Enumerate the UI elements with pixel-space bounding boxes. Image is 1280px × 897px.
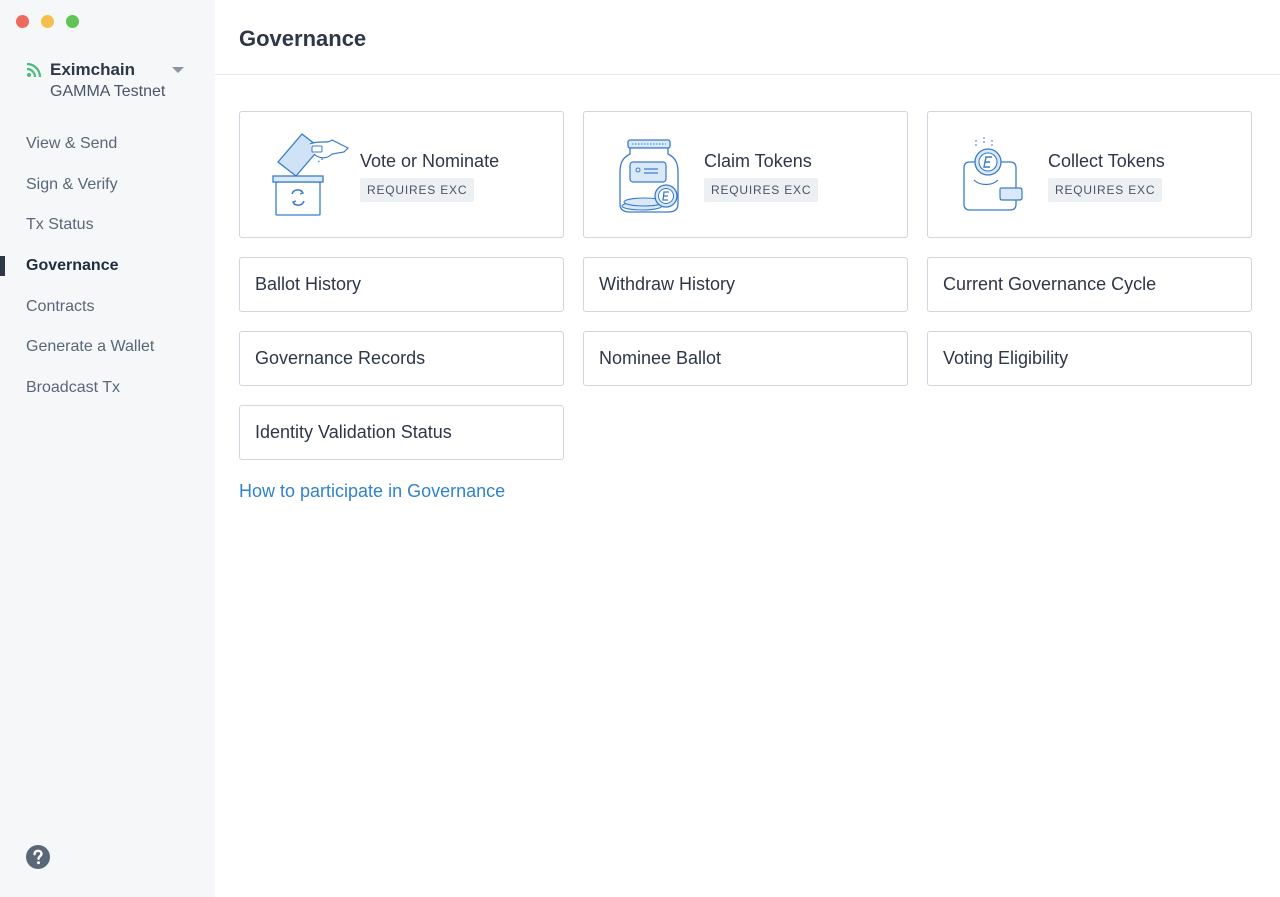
sidebar-nav: View & Send Sign & Verify Tx Status Gove… [0,124,215,409]
wallet-coin-icon [963,137,1023,211]
action-title: Vote or Nominate [360,151,500,171]
nominee-ballot-card[interactable]: Nominee Ballot [583,331,908,386]
how-to-participate-link[interactable]: How to participate in Governance [239,481,505,502]
sidebar-item-broadcast-tx[interactable]: Broadcast Tx [0,368,215,409]
network-name: Eximchain [50,60,136,79]
card-label: Nominee Ballot [599,348,722,368]
sidebar-item-view-send[interactable]: View & Send [0,124,215,165]
main-content: Governance Vote or Nominate REQUIRES EXC [215,0,1280,897]
card-label: Current Governance Cycle [943,274,1157,294]
requires-badge: REQUIRES EXC [360,178,475,202]
identity-validation-status-card[interactable]: Identity Validation Status [239,405,564,460]
network-subtitle: GAMMA Testnet [50,83,166,100]
collect-tokens-card[interactable]: Collect Tokens REQUIRES EXC [927,111,1252,238]
sidebar-item-sign-verify[interactable]: Sign & Verify [0,165,215,206]
card-label: Withdraw History [599,274,736,294]
claim-tokens-card[interactable]: Claim Tokens REQUIRES EXC [583,111,908,238]
sidebar-item-tx-status[interactable]: Tx Status [0,205,215,246]
maximize-window-button[interactable] [66,15,79,28]
card-label: Ballot History [255,274,362,294]
sidebar-item-generate-wallet[interactable]: Generate a Wallet [0,327,215,368]
card-label: Governance Records [255,348,426,368]
action-title: Collect Tokens [1048,151,1165,171]
requires-badge: REQUIRES EXC [1048,178,1163,202]
sidebar-item-governance[interactable]: Governance [0,246,215,287]
sidebar: Eximchain GAMMA Testnet View & Send Sign… [0,0,215,897]
voting-eligibility-card[interactable]: Voting Eligibility [927,331,1252,386]
network-selector[interactable]: Eximchain GAMMA Testnet [26,60,191,101]
window-controls [16,15,79,28]
sidebar-item-contracts[interactable]: Contracts [0,287,215,328]
action-title: Claim Tokens [704,151,812,171]
governance-records-card[interactable]: Governance Records [239,331,564,386]
page-title: Governance [239,26,367,51]
token-jar-icon [619,139,679,213]
vote-or-nominate-card[interactable]: Vote or Nominate REQUIRES EXC [239,111,564,238]
requires-badge: REQUIRES EXC [704,178,819,202]
card-label: Voting Eligibility [943,348,1069,368]
card-label: Identity Validation Status [255,422,452,442]
ballot-box-icon [272,133,350,216]
chevron-down-icon[interactable] [172,67,184,73]
minimize-window-button[interactable] [41,15,54,28]
rss-icon [26,62,42,78]
current-governance-cycle-card[interactable]: Current Governance Cycle [927,257,1252,312]
ballot-history-card[interactable]: Ballot History [239,257,564,312]
help-icon[interactable] [26,845,50,869]
withdraw-history-card[interactable]: Withdraw History [583,257,908,312]
page-header: Governance [215,0,1280,75]
close-window-button[interactable] [16,15,29,28]
